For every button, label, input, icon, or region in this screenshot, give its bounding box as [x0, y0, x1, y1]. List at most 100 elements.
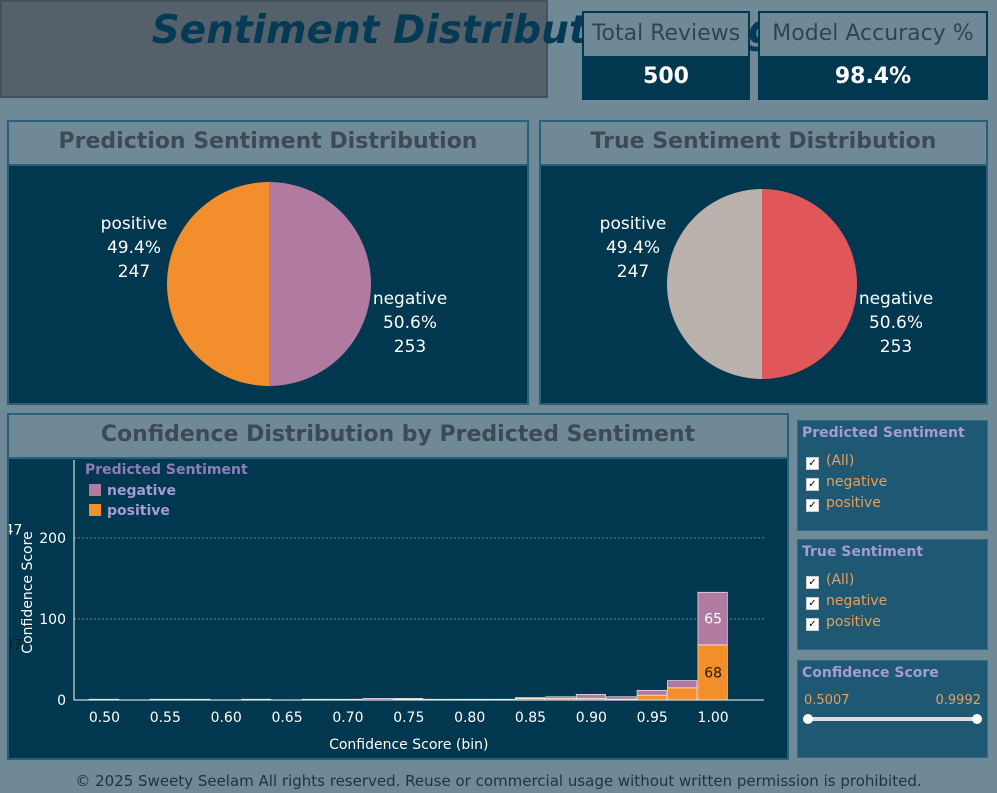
- filter-true-option-label: (All): [826, 572, 855, 588]
- checkbox-checked-icon[interactable]: ✓: [806, 457, 819, 470]
- prediction-pie-label-positive: positive 49.4% 247: [89, 212, 179, 284]
- x-tick-label: 0.60: [211, 710, 242, 726]
- true-pie-label-negative-name: negative: [858, 289, 934, 309]
- filter-true-option-negative[interactable]: ✓ negative: [806, 591, 887, 611]
- x-tick-label: 0.50: [89, 710, 120, 726]
- kpi-total-reviews-label: Total Reviews: [591, 21, 741, 46]
- filter-predicted-option-label: negative: [826, 474, 888, 490]
- x-tick-label: 0.85: [515, 710, 546, 726]
- filter-predicted-option-label: positive: [826, 495, 881, 511]
- kpi-model-accuracy: Model Accuracy % 98.4%: [758, 11, 988, 100]
- bar-positive: [484, 698, 515, 701]
- y-axis-label: Confidence Score: [20, 531, 36, 653]
- bar-negative: [606, 696, 637, 700]
- bar-data-label: 68: [704, 665, 722, 681]
- checkbox-checked-icon[interactable]: ✓: [806, 478, 819, 491]
- bar-negative: [180, 698, 211, 701]
- bar-negative: [362, 698, 393, 701]
- true-pie-label-positive: positive 49.4% 247: [588, 212, 678, 284]
- bar-negative: [241, 698, 272, 701]
- x-tick-label: 0.90: [576, 710, 607, 726]
- kpi-model-accuracy-value: 98.4%: [760, 56, 986, 98]
- footer-copyright: © 2025 Sweety Seelam All rights reserved…: [75, 772, 922, 790]
- x-tick-label: 0.55: [150, 710, 181, 726]
- filter-predicted-option-label: (All): [826, 453, 855, 469]
- true-pie-label-negative-count: 253: [879, 337, 913, 357]
- true-pie-slice-negative[interactable]: [762, 189, 857, 379]
- filter-predicted-option-negative[interactable]: ✓ negative: [806, 472, 887, 492]
- histogram-panel: Confidence Distribution by Predicted Sen…: [7, 413, 789, 760]
- prediction-pie-label-negative: negative 50.6% 253: [365, 287, 455, 359]
- prediction-pie-slice-positive[interactable]: [167, 182, 269, 386]
- confidence-max-value: 0.9992: [935, 693, 982, 708]
- prediction-pie-slice-negative[interactable]: [269, 182, 371, 386]
- filter-confidence-score: Confidence Score 0.5007 0.9992: [797, 660, 988, 758]
- true-pie-label-positive-name: positive: [599, 214, 667, 234]
- checkbox-checked-icon[interactable]: ✓: [806, 576, 819, 589]
- x-tick-label: 0.65: [271, 710, 302, 726]
- filter-predicted-option-all[interactable]: ✓ (All): [806, 451, 854, 471]
- legend-label-negative: negative: [107, 483, 177, 499]
- prediction-pie-panel: Prediction Sentiment Distribution positi…: [7, 120, 529, 405]
- histogram-legend-item-negative[interactable]: negative: [89, 483, 176, 499]
- checkbox-checked-icon[interactable]: ✓: [806, 618, 819, 631]
- prediction-pie-label-positive-count: 247: [117, 262, 151, 282]
- legend-swatch-negative: [89, 484, 101, 496]
- checkbox-checked-icon[interactable]: ✓: [806, 499, 819, 512]
- filter-true-option-label: negative: [826, 593, 888, 609]
- bar-positive: [454, 698, 485, 701]
- filter-predicted-option-positive[interactable]: ✓ positive: [806, 493, 881, 513]
- histogram-legend-title: Predicted Sentiment: [85, 462, 248, 478]
- bar-data-label: 65: [704, 612, 722, 628]
- true-pie-label-positive-count: 247: [616, 262, 650, 282]
- x-axis-label: Confidence Score (bin): [329, 737, 488, 753]
- prediction-pie-chart: [167, 182, 371, 386]
- bar-data-label: 147: [9, 522, 22, 538]
- bar-negative: [149, 698, 180, 701]
- y-tick-label: 100: [39, 612, 66, 628]
- bar-positive: [636, 694, 667, 701]
- y-tick-label: 0: [57, 693, 66, 709]
- x-tick-label: 1.00: [698, 710, 729, 726]
- confidence-min-value: 0.5007: [804, 693, 850, 708]
- bar-negative: [667, 680, 698, 689]
- filter-predicted-sentiment-title: Predicted Sentiment: [802, 425, 965, 441]
- prediction-pie-label-negative-count: 253: [393, 337, 427, 357]
- legend-label-positive: positive: [107, 503, 170, 519]
- filter-true-sentiment-title: True Sentiment: [802, 544, 924, 560]
- filter-true-sentiment: True Sentiment ✓ (All) ✓ negative ✓ positiv…: [797, 539, 988, 650]
- true-pie-label-negative-pct: 50.6%: [868, 313, 923, 333]
- bar-negative: [515, 697, 546, 699]
- bar-data-label: 137: [9, 637, 22, 653]
- legend-swatch-positive: [89, 504, 101, 516]
- checkbox-checked-icon[interactable]: ✓: [806, 597, 819, 610]
- histogram-legend-item-positive[interactable]: positive: [89, 503, 170, 519]
- x-tick-label: 0.80: [454, 710, 485, 726]
- confidence-slider-max-handle[interactable]: [972, 714, 982, 724]
- prediction-pie-label-positive-name: positive: [100, 214, 168, 234]
- kpi-model-accuracy-label: Model Accuracy %: [772, 21, 974, 46]
- filter-true-option-all[interactable]: ✓ (All): [806, 570, 854, 590]
- true-pie-label-positive-pct: 49.4%: [605, 238, 660, 258]
- dashboard-title-box: Sentiment Distribution Insights: [0, 0, 845, 98]
- bar-negative: [423, 698, 454, 701]
- filter-true-option-label: positive: [826, 614, 881, 630]
- true-pie-label-negative: negative 50.6% 253: [851, 287, 941, 359]
- y-tick-label: 200: [39, 531, 66, 547]
- confidence-slider-track[interactable]: [808, 717, 977, 721]
- kpi-total-reviews: Total Reviews 500: [582, 11, 750, 100]
- bar-negative: [301, 698, 332, 701]
- x-tick-label: 0.70: [332, 710, 363, 726]
- bar-negative: [88, 698, 119, 701]
- x-tick-label: 0.95: [637, 710, 668, 726]
- true-pie-slice-positive[interactable]: [667, 189, 762, 379]
- filter-true-option-positive[interactable]: ✓ positive: [806, 612, 881, 632]
- prediction-pie-label-negative-pct: 50.6%: [382, 313, 437, 333]
- x-tick-label: 0.75: [393, 710, 424, 726]
- kpi-total-reviews-value: 500: [584, 56, 748, 98]
- confidence-slider-min-handle[interactable]: [803, 714, 813, 724]
- bar-negative: [636, 689, 667, 696]
- bar-negative: [393, 698, 424, 700]
- bar-negative: [332, 698, 363, 701]
- prediction-pie-label-negative-name: negative: [372, 289, 448, 309]
